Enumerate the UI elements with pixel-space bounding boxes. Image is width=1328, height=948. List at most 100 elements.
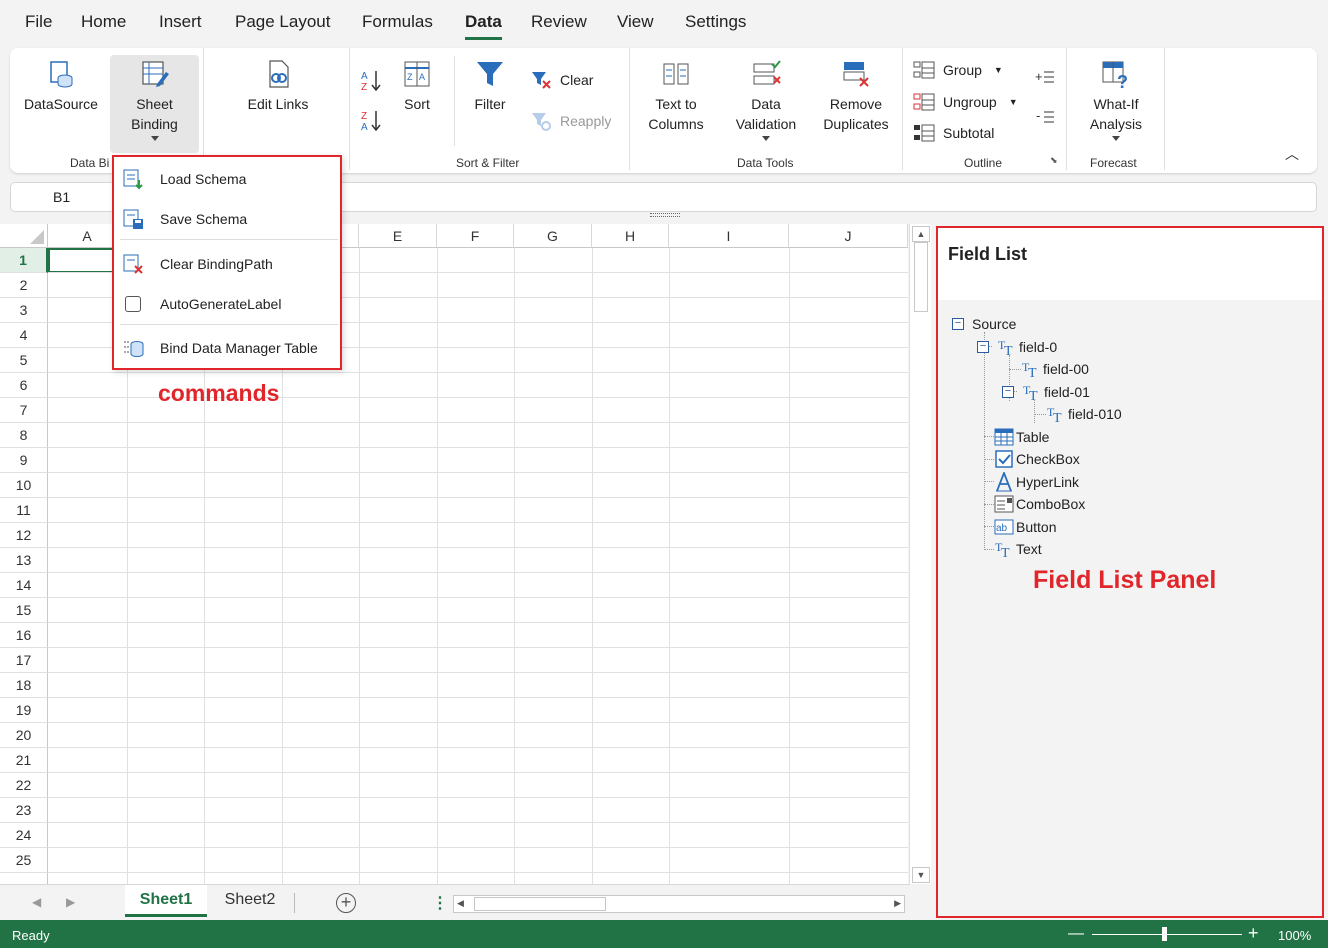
filter-button[interactable]: Filter <box>466 58 514 114</box>
row-header[interactable]: 3 <box>0 298 48 323</box>
row-header[interactable]: 12 <box>0 523 48 548</box>
column-header-h[interactable]: H <box>592 224 669 248</box>
scroll-down-arrow-icon[interactable]: ▼ <box>912 867 930 883</box>
tab-page-layout[interactable]: Page Layout <box>235 12 330 32</box>
collapse-ribbon-icon[interactable]: ︿ <box>1285 144 1299 164</box>
scroll-right-arrow-icon[interactable]: ▶ <box>894 898 901 909</box>
clear-button[interactable]: Clear <box>530 70 593 90</box>
checkbox-icon[interactable] <box>125 296 141 312</box>
dialog-launcher-icon[interactable]: ⬊ <box>1050 155 1058 166</box>
collapse-toggle-icon[interactable]: − <box>952 318 964 330</box>
tree-node-field-01[interactable]: − T T field-01 <box>1002 382 1090 402</box>
data-validation-button[interactable]: Data Validation <box>726 58 806 141</box>
row-header[interactable]: 13 <box>0 548 48 573</box>
row-header[interactable]: 14 <box>0 573 48 598</box>
column-header-g[interactable]: G <box>514 224 592 248</box>
sheet-binding-button[interactable]: Sheet Binding <box>110 55 199 153</box>
scroll-up-arrow-icon[interactable]: ▲ <box>912 226 930 242</box>
tab-file[interactable]: File <box>25 12 52 32</box>
tree-node-field-010[interactable]: T T field-010 <box>1046 404 1122 424</box>
row-header[interactable]: 19 <box>0 698 48 723</box>
more-options-icon[interactable]: ⋮ <box>432 893 448 913</box>
row-header[interactable]: 1 <box>0 248 48 273</box>
menu-item-clear-binding-path[interactable]: Clear BindingPath <box>122 247 336 281</box>
resize-grip[interactable] <box>650 213 680 217</box>
row-header[interactable]: 18 <box>0 673 48 698</box>
row-header[interactable]: 15 <box>0 598 48 623</box>
row-header[interactable]: 7 <box>0 398 48 423</box>
column-header-f[interactable]: F <box>437 224 514 248</box>
zoom-slider[interactable] <box>1092 934 1242 935</box>
menu-item-load-schema[interactable]: Load Schema <box>122 162 336 196</box>
tab-review[interactable]: Review <box>531 12 587 32</box>
tree-node-text[interactable]: T T Text <box>994 539 1042 559</box>
prev-sheet-icon[interactable]: ◀ <box>32 895 41 909</box>
tab-insert[interactable]: Insert <box>159 12 202 32</box>
ungroup-button[interactable]: Ungroup ▼ <box>913 92 1018 112</box>
row-header[interactable]: 16 <box>0 623 48 648</box>
group-button[interactable]: Group ▼ <box>913 60 1003 80</box>
zoom-out-icon[interactable]: — <box>1068 925 1084 943</box>
collapse-toggle-icon[interactable]: − <box>977 341 989 353</box>
scroll-thumb[interactable] <box>474 897 606 911</box>
row-header[interactable]: 9 <box>0 448 48 473</box>
tree-node-button[interactable]: ab Button <box>994 517 1056 537</box>
row-header[interactable]: 22 <box>0 773 48 798</box>
remove-duplicates-button[interactable]: Remove Duplicates <box>816 58 896 134</box>
tree-node-table[interactable]: Table <box>994 427 1049 447</box>
show-detail-icon[interactable]: + <box>1034 68 1056 86</box>
tab-settings[interactable]: Settings <box>685 12 746 32</box>
tree-node-field-0[interactable]: − T T field-0 <box>977 337 1057 357</box>
sheet-tab-sheet1[interactable]: Sheet1 <box>125 885 207 917</box>
datasource-button[interactable]: DataSource <box>18 58 104 114</box>
zoom-slider-thumb[interactable] <box>1162 927 1167 941</box>
sheet-tab-sheet2[interactable]: Sheet2 <box>212 885 288 917</box>
zoom-in-icon[interactable]: + <box>1248 923 1259 944</box>
vertical-scrollbar[interactable]: ▲ ▼ <box>909 224 931 884</box>
row-header[interactable]: 17 <box>0 648 48 673</box>
tree-node-combobox[interactable]: ComboBox <box>994 494 1085 514</box>
column-header-i[interactable]: I <box>669 224 789 248</box>
horizontal-scrollbar[interactable]: ◀ ▶ <box>453 895 905 913</box>
tab-home[interactable]: Home <box>81 12 126 32</box>
text-to-columns-button[interactable]: Text to Columns <box>638 58 714 134</box>
tree-node-checkbox[interactable]: CheckBox <box>994 449 1080 469</box>
row-header[interactable]: 5 <box>0 348 48 373</box>
row-header[interactable]: 8 <box>0 423 48 448</box>
collapse-toggle-icon[interactable]: − <box>1002 386 1014 398</box>
row-header[interactable]: 4 <box>0 323 48 348</box>
scroll-left-arrow-icon[interactable]: ◀ <box>457 898 464 909</box>
hide-detail-icon[interactable]: - <box>1034 108 1056 126</box>
subtotal-button[interactable]: Subtotal <box>913 123 994 143</box>
row-header[interactable]: 2 <box>0 273 48 298</box>
tab-formulas[interactable]: Formulas <box>362 12 433 32</box>
next-sheet-icon[interactable]: ▶ <box>66 895 75 909</box>
edit-links-button[interactable]: Edit Links <box>238 58 318 114</box>
tree-node-source[interactable]: − Source <box>952 314 1016 334</box>
sort-descending-icon[interactable]: Z A <box>360 108 382 132</box>
row-header[interactable]: 20 <box>0 723 48 748</box>
column-header-j[interactable]: J <box>789 224 908 248</box>
menu-item-save-schema[interactable]: Save Schema <box>122 202 336 236</box>
scroll-thumb[interactable] <box>914 242 928 312</box>
column-header-e[interactable]: E <box>359 224 437 248</box>
tree-node-hyperlink[interactable]: HyperLink <box>994 472 1079 492</box>
row-header[interactable]: 10 <box>0 473 48 498</box>
row-header[interactable]: 6 <box>0 373 48 398</box>
row-header[interactable]: 24 <box>0 823 48 848</box>
add-sheet-icon[interactable]: + <box>336 893 356 913</box>
tree-node-field-00[interactable]: T T field-00 <box>1021 359 1089 379</box>
row-header[interactable]: 25 <box>0 848 48 873</box>
what-if-analysis-button[interactable]: ? What-If Analysis <box>1080 58 1152 141</box>
row-header[interactable]: 21 <box>0 748 48 773</box>
tab-data[interactable]: Data <box>465 12 502 40</box>
name-box[interactable]: B1 <box>53 189 70 205</box>
reapply-button[interactable]: Reapply <box>530 111 611 131</box>
tab-view[interactable]: View <box>617 12 654 32</box>
menu-item-bind-data-manager-table[interactable]: Bind Data Manager Table <box>122 331 336 365</box>
row-header[interactable] <box>0 873 48 884</box>
select-all-corner[interactable] <box>0 224 48 248</box>
row-header[interactable]: 23 <box>0 798 48 823</box>
menu-item-auto-generate-label[interactable]: AutoGenerateLabel <box>122 287 336 321</box>
sort-ascending-icon[interactable]: A Z <box>360 68 382 92</box>
